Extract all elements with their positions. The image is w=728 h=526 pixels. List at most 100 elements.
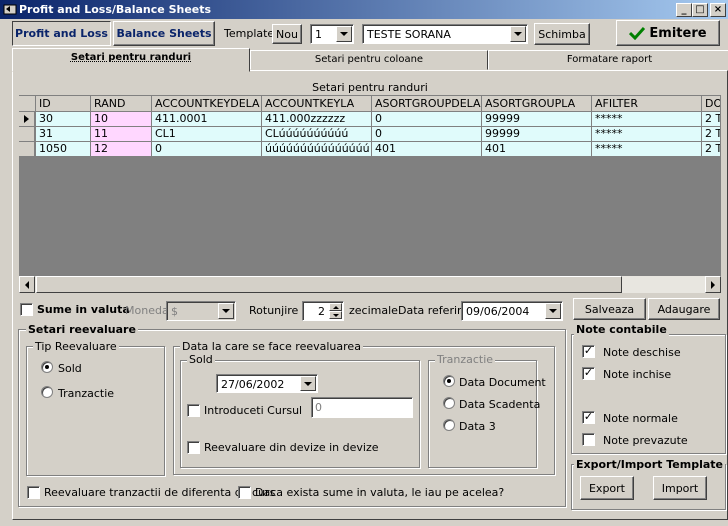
note-inchise-checkbox[interactable]: ✓ bbox=[582, 367, 595, 380]
row-indicator[interactable] bbox=[19, 127, 35, 142]
curs-input[interactable]: 0 bbox=[311, 397, 413, 418]
data-scadenta-label: Data Scadenta bbox=[459, 398, 541, 411]
rows-grid[interactable]: Setari pentru randuri ID RAND ACCOUNTKEY… bbox=[19, 80, 721, 293]
table-cell[interactable]: 0 bbox=[372, 112, 482, 127]
zecimale-label: zecimale bbox=[349, 304, 398, 317]
col-header[interactable]: ID bbox=[36, 96, 91, 112]
rotunjire-spinner[interactable]: 2 bbox=[302, 301, 344, 321]
table-cell[interactable]: 11 bbox=[91, 127, 152, 142]
diferenta-curs-checkbox[interactable] bbox=[27, 486, 40, 499]
data3-label: Data 3 bbox=[459, 420, 496, 433]
introduceti-cursul-checkbox[interactable] bbox=[187, 404, 200, 417]
table-cell[interactable]: 30 bbox=[36, 112, 91, 127]
spin-up-icon[interactable] bbox=[329, 303, 342, 311]
table-cell[interactable]: 99999 bbox=[482, 127, 592, 142]
adaugare-button[interactable]: Adaugare bbox=[648, 298, 720, 320]
sold-radio[interactable] bbox=[41, 361, 53, 373]
table-cell[interactable]: úúúúúúúúúúúúúúú bbox=[262, 142, 372, 157]
sume-valuta-checkbox[interactable] bbox=[20, 303, 33, 316]
col-header[interactable]: RAND bbox=[91, 96, 152, 112]
chevron-down-icon[interactable] bbox=[545, 303, 561, 319]
table-cell[interactable]: CL1 bbox=[152, 127, 262, 142]
export-button[interactable]: Export bbox=[580, 476, 634, 500]
template-number-select[interactable]: 1 bbox=[310, 24, 354, 44]
tab-formatare-raport[interactable]: Formatare raport bbox=[488, 50, 728, 70]
table-cell[interactable]: 0 bbox=[152, 142, 262, 157]
table-cell[interactable]: 411.0001 bbox=[152, 112, 262, 127]
note-prevazute-label: Note prevazute bbox=[603, 434, 688, 447]
data-document-radio[interactable] bbox=[443, 375, 455, 387]
row-indicator[interactable] bbox=[19, 112, 35, 127]
emitere-button[interactable]: Emitere bbox=[616, 20, 720, 46]
checkmark-icon bbox=[629, 26, 646, 40]
spin-down-icon[interactable] bbox=[329, 311, 342, 319]
tab-profit-loss[interactable]: Profit and Loss bbox=[12, 21, 111, 46]
exista-sume-checkbox[interactable] bbox=[238, 486, 251, 499]
moneda-value: $ bbox=[171, 305, 178, 318]
app-icon bbox=[3, 4, 17, 15]
col-header[interactable]: ASORTGROUPLA bbox=[482, 96, 592, 112]
tab-balance-sheets[interactable]: Balance Sheets bbox=[113, 21, 215, 46]
data3-radio[interactable] bbox=[443, 419, 455, 431]
moneda-select[interactable]: $ bbox=[166, 301, 236, 321]
data-scadenta-radio[interactable] bbox=[443, 397, 455, 409]
tip-reevaluare-title: Tip Reevaluare bbox=[33, 340, 119, 353]
row-indicator[interactable] bbox=[19, 142, 35, 157]
table-cell[interactable]: ***** bbox=[592, 127, 702, 142]
nou-button[interactable]: Nou bbox=[272, 24, 302, 44]
introduceti-cursul-label: Introduceti Cursul bbox=[204, 404, 303, 417]
chevron-down-icon[interactable] bbox=[218, 303, 234, 319]
note-normale-checkbox[interactable]: ✓ bbox=[582, 411, 595, 424]
title-bar[interactable]: Profit and Loss/Balance Sheets _ □ × bbox=[0, 0, 728, 19]
table-cell[interactable]: ***** bbox=[592, 142, 702, 157]
col-header[interactable]: AFILTER bbox=[592, 96, 702, 112]
import-button[interactable]: Import bbox=[653, 476, 707, 500]
close-button[interactable]: × bbox=[710, 3, 726, 17]
table-cell[interactable]: 401 bbox=[372, 142, 482, 157]
table-cell[interactable]: 2 T bbox=[702, 112, 721, 127]
chevron-down-icon[interactable] bbox=[336, 26, 352, 42]
note-deschise-label: Note deschise bbox=[603, 346, 681, 359]
template-name-select[interactable]: TESTE SORANA bbox=[362, 24, 528, 44]
template-label: Template: bbox=[224, 27, 278, 40]
col-header[interactable]: ACCOUNTKEYLA bbox=[262, 96, 372, 112]
minimize-button[interactable]: _ bbox=[676, 3, 692, 17]
table-cell[interactable]: 0 bbox=[372, 127, 482, 142]
table-cell[interactable]: 2 T bbox=[702, 127, 721, 142]
maximize-button[interactable]: □ bbox=[692, 3, 708, 17]
tab-setari-randuri[interactable]: Setari pentru randuri bbox=[12, 48, 250, 72]
chevron-down-icon[interactable] bbox=[510, 26, 526, 42]
sold-date-value: 27/06/2002 bbox=[221, 378, 285, 391]
scroll-right-button[interactable] bbox=[705, 276, 721, 293]
table-cell[interactable]: 99999 bbox=[482, 112, 592, 127]
table-cell[interactable]: 401 bbox=[482, 142, 592, 157]
col-header[interactable]: ACCOUNTKEYDELA bbox=[152, 96, 262, 112]
note-normale-label: Note normale bbox=[603, 412, 678, 425]
reevaluare-devize-checkbox[interactable] bbox=[187, 441, 200, 454]
table-cell[interactable]: 411.000zzzzzz bbox=[262, 112, 372, 127]
tranzactie-radio[interactable] bbox=[41, 386, 53, 398]
table-cell[interactable]: 31 bbox=[36, 127, 91, 142]
scroll-left-button[interactable] bbox=[19, 276, 35, 293]
salveaza-button[interactable]: Salveaza bbox=[573, 298, 646, 320]
col-header[interactable]: ASORTGROUPDELA bbox=[372, 96, 482, 112]
table-cell[interactable]: 2 T bbox=[702, 142, 721, 157]
note-deschise-checkbox[interactable]: ✓ bbox=[582, 345, 595, 358]
table-cell[interactable]: ***** bbox=[592, 112, 702, 127]
scroll-thumb[interactable] bbox=[36, 276, 622, 293]
tab-setari-coloane[interactable]: Setari pentru coloane bbox=[250, 50, 488, 70]
horizontal-scrollbar[interactable] bbox=[19, 276, 721, 293]
chevron-down-icon[interactable] bbox=[300, 376, 316, 391]
note-prevazute-checkbox[interactable] bbox=[582, 433, 595, 446]
table-cell[interactable]: 12 bbox=[91, 142, 152, 157]
data-referinta-picker[interactable]: 09/06/2004 bbox=[461, 301, 563, 321]
sold-date-picker[interactable]: 27/06/2002 bbox=[216, 374, 318, 393]
col-header[interactable]: DO bbox=[702, 96, 721, 112]
table-cell[interactable]: CLúúúúúúúúúú bbox=[262, 127, 372, 142]
tranzactie-radio-label: Tranzactie bbox=[58, 387, 115, 400]
table-cell[interactable]: 10 bbox=[91, 112, 152, 127]
table-cell[interactable]: 1050 bbox=[36, 142, 91, 157]
schimba-button[interactable]: Schimba bbox=[534, 23, 590, 45]
tranzactie-group-title: Tranzactie bbox=[435, 353, 496, 366]
sold-group-title: Sold bbox=[187, 353, 215, 366]
